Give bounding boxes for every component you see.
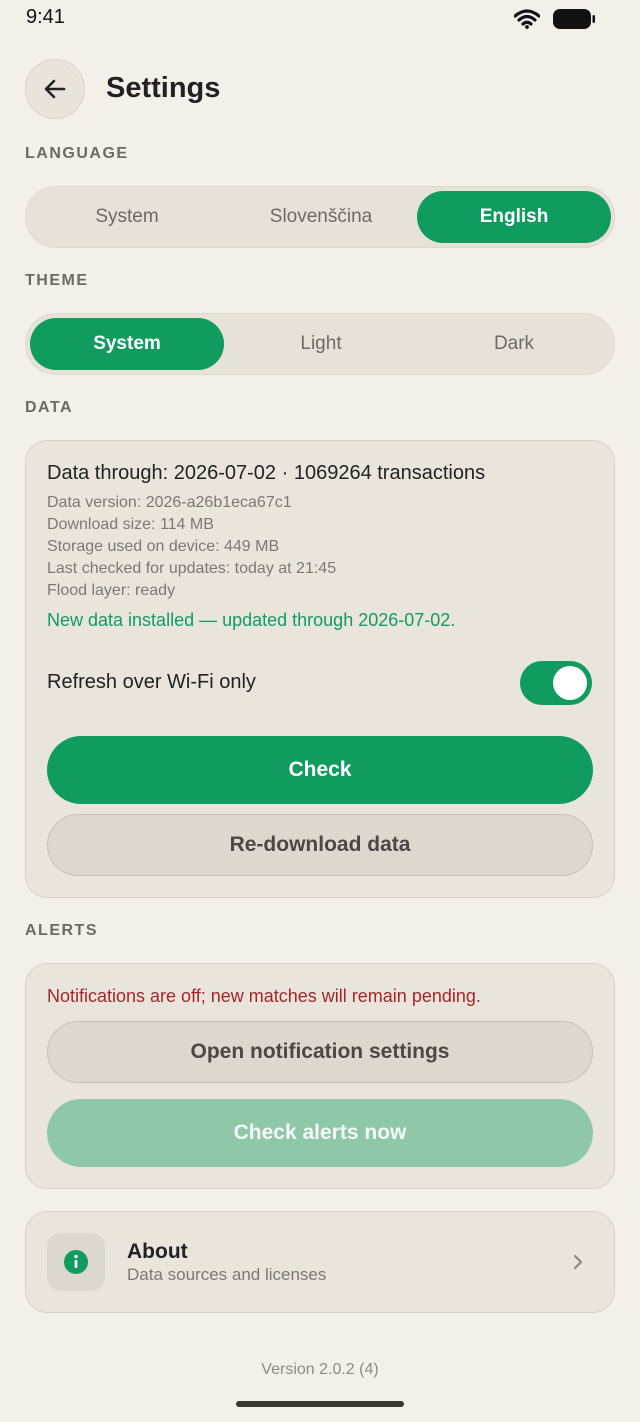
open-notification-settings-button[interactable]: Open notification settings xyxy=(47,1021,593,1083)
wifi-only-toggle[interactable] xyxy=(520,661,592,705)
alerts-section-label: ALERTS xyxy=(25,922,98,939)
data-version: Data version: 2026-a26b1eca67c1 xyxy=(47,494,292,511)
app-version: Version 2.0.2 (4) xyxy=(261,1361,379,1378)
about-row[interactable] xyxy=(25,1211,615,1313)
download-size: Download size: 114 MB xyxy=(47,516,214,533)
theme-option-light[interactable]: Light xyxy=(224,318,418,370)
language-option-english[interactable]: English xyxy=(417,191,611,243)
language-option-slovenscina[interactable]: Slovenščina xyxy=(224,191,418,243)
flood-layer-status: Flood layer: ready xyxy=(47,582,176,599)
success-message: New data installed — updated through 202… xyxy=(47,610,456,630)
home-indicator[interactable] xyxy=(236,1401,404,1407)
data-section-label: DATA xyxy=(25,399,74,416)
theme-section-label: THEME xyxy=(25,272,89,289)
theme-option-dark[interactable]: Dark xyxy=(417,318,611,370)
language-selector: System Slovenščina English xyxy=(25,186,615,248)
language-section-label: LANGUAGE xyxy=(25,145,129,162)
language-option-system[interactable]: System xyxy=(30,191,224,243)
arrow-left-icon xyxy=(44,79,66,99)
chevron-right-icon xyxy=(573,1254,583,1270)
about-title: About xyxy=(127,1240,188,1263)
data-headline: Data through: 2026-07-02 · 1069264 trans… xyxy=(47,462,486,484)
page-title: Settings xyxy=(106,72,221,104)
redownload-button[interactable]: Re-download data xyxy=(47,814,593,876)
status-time: 9:41 xyxy=(26,6,65,28)
wifi-icon xyxy=(514,9,540,29)
check-button[interactable]: Check xyxy=(47,736,593,804)
battery-icon xyxy=(553,9,595,29)
toggle-knob xyxy=(553,666,587,700)
back-button[interactable] xyxy=(25,59,85,119)
check-alerts-now-button[interactable]: Check alerts now xyxy=(47,1099,593,1167)
storage-used: Storage used on device: 449 MB xyxy=(47,538,280,555)
theme-option-system[interactable]: System xyxy=(30,318,224,370)
wifi-only-label: Refresh over Wi-Fi only xyxy=(47,671,256,693)
about-icon-container xyxy=(47,1233,105,1291)
info-icon xyxy=(64,1250,88,1274)
about-subtitle: Data sources and licenses xyxy=(127,1265,327,1284)
status-icons xyxy=(514,8,596,30)
theme-selector: System Light Dark xyxy=(25,313,615,375)
last-checked: Last checked for updates: today at 21:45 xyxy=(47,560,337,577)
notifications-warning: Notifications are off; new matches will … xyxy=(47,986,481,1006)
